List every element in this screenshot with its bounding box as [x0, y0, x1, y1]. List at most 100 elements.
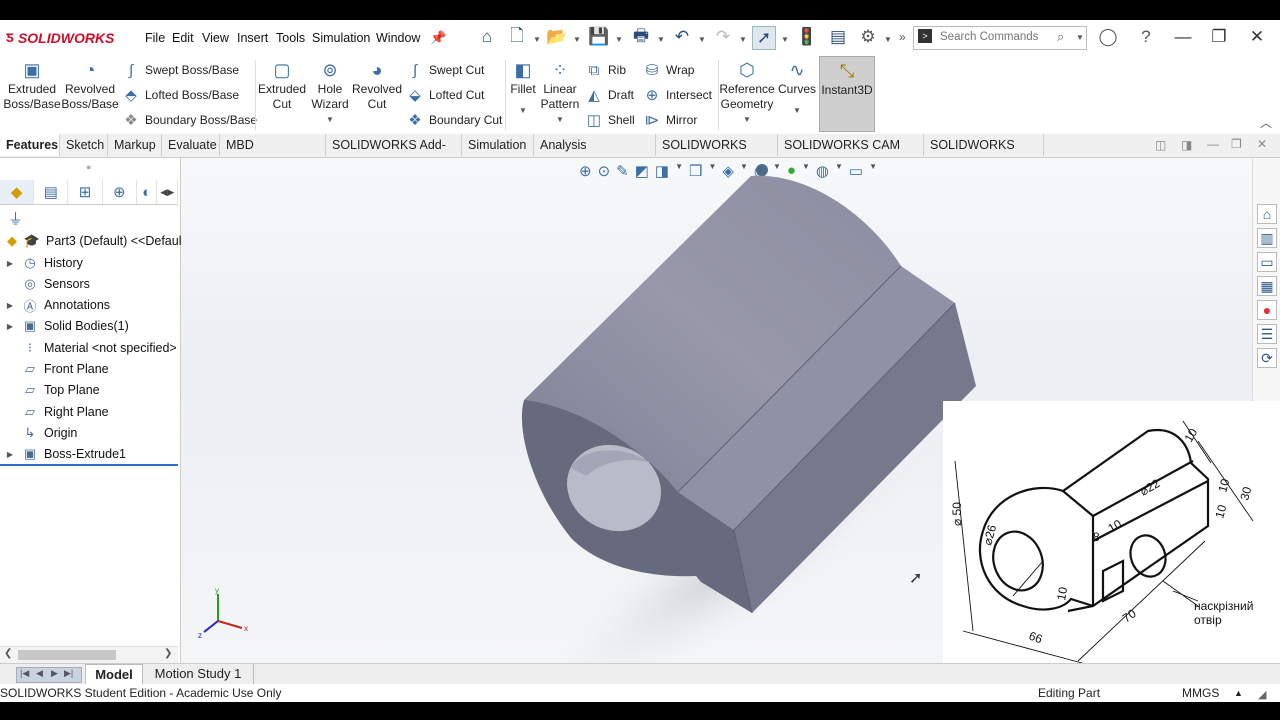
search-commands[interactable]: > ⌕ ▼: [913, 26, 1087, 50]
tree-item-front-plane[interactable]: ▱ Front Plane: [0, 359, 109, 379]
chevron-down-icon[interactable]: ▼: [743, 112, 751, 127]
solidworks-logo[interactable]: ƽ SOLIDWORKS: [6, 29, 114, 47]
swept-cut-button[interactable]: ∫ Swept Cut: [405, 59, 484, 81]
shell-button[interactable]: ◫ Shell: [584, 109, 635, 131]
view-palette-icon[interactable]: ▦: [1257, 276, 1277, 296]
chevron-down-icon[interactable]: ▼: [884, 35, 892, 44]
doc-close-icon[interactable]: ✕: [1257, 137, 1267, 151]
save-icon[interactable]: 💾: [588, 26, 610, 48]
tree-item-origin[interactable]: ↳ Origin: [0, 423, 78, 443]
doc-minimize-icon[interactable]: —: [1207, 137, 1219, 151]
boundary-boss-button[interactable]: ❖ Boundary Boss/Base: [121, 109, 257, 131]
tab-scroll-buttons[interactable]: |◀ ◀ ▶ ▶|: [16, 667, 82, 683]
doc-restore-icon[interactable]: ❐: [1231, 137, 1242, 151]
more-icon[interactable]: »: [899, 30, 906, 44]
menu-tools[interactable]: Tools: [276, 31, 305, 45]
rib-button[interactable]: ⧉ Rib: [584, 59, 626, 81]
menu-simulation[interactable]: Simulation: [312, 31, 370, 45]
tab-mbd-dimensions[interactable]: MBD Dimensions: [220, 134, 326, 174]
extruded-boss-button[interactable]: ▣ Extruded Boss/Base: [3, 58, 60, 112]
chevron-down-icon[interactable]: ▼: [556, 112, 564, 127]
pin-icon[interactable]: 📌: [430, 30, 446, 46]
tab-solidworks-cam-tbm[interactable]: SOLIDWORKS CAM TBM: [778, 134, 924, 174]
display-manager-tab-icon[interactable]: ◐: [137, 180, 158, 204]
fillet-button[interactable]: ◧ Fillet ▼: [508, 58, 538, 118]
menu-edit[interactable]: Edit: [172, 31, 194, 45]
menu-insert[interactable]: Insert: [237, 31, 268, 45]
lofted-boss-button[interactable]: ⬘ Lofted Boss/Base: [121, 84, 239, 106]
tree-item-history[interactable]: ▶ ◷ History: [0, 253, 83, 273]
rotate-center-icon[interactable]: [756, 164, 768, 176]
tree-item-material[interactable]: ⁝ Material <not specified>: [0, 338, 177, 358]
undo-icon[interactable]: ↶: [671, 26, 693, 48]
tree-item-right-plane[interactable]: ▱ Right Plane: [0, 402, 109, 422]
custom-properties-icon[interactable]: ☰: [1257, 324, 1277, 344]
open-folder-icon[interactable]: 📂: [546, 26, 568, 48]
panel-handle[interactable]: ●: [86, 162, 91, 172]
print-icon[interactable]: 🖶: [630, 26, 652, 48]
tab-solidworks-pdm[interactable]: SOLIDWORKS PDM: [924, 134, 1044, 174]
tree-item-top-plane[interactable]: ▱ Top Plane: [0, 380, 100, 400]
feature-tree-tab-icon[interactable]: ◆: [0, 180, 35, 204]
dimxpert-tab-icon[interactable]: ⊕: [103, 180, 137, 204]
file-properties-icon[interactable]: ▤: [827, 26, 849, 48]
solidworks-resources-icon[interactable]: ⌂: [1257, 204, 1277, 224]
tab-markup[interactable]: Markup: [108, 134, 162, 156]
select-cursor-icon[interactable]: ➚: [752, 26, 776, 50]
redo-icon[interactable]: ↷: [712, 26, 734, 48]
design-library-icon[interactable]: ▥: [1257, 228, 1277, 248]
scroll-thumb[interactable]: [18, 650, 116, 660]
help-icon[interactable]: ?: [1135, 26, 1157, 48]
tab-sketch[interactable]: Sketch: [60, 134, 108, 156]
options-gear-icon[interactable]: ⚙: [857, 26, 879, 48]
scroll-tabs-icon[interactable]: ◀▶: [157, 180, 179, 204]
tab-features[interactable]: Features: [0, 134, 60, 156]
expand-icon[interactable]: ▶: [0, 450, 20, 459]
menu-view[interactable]: View: [202, 31, 229, 45]
chevron-down-icon[interactable]: ▼: [519, 103, 527, 118]
configuration-tab-icon[interactable]: ⊞: [68, 180, 103, 204]
reference-geometry-button[interactable]: ⬡ Reference Geometry ▼: [719, 58, 774, 127]
status-units[interactable]: MMGS: [1182, 684, 1219, 702]
search-icon[interactable]: ⌕: [1057, 29, 1064, 45]
mirror-button[interactable]: ⧐ Mirror: [642, 109, 698, 131]
property-manager-tab-icon[interactable]: ▤: [34, 180, 69, 204]
tab-evaluate[interactable]: Evaluate: [162, 134, 220, 156]
first-tab-icon[interactable]: |◀: [20, 668, 29, 679]
linear-pattern-button[interactable]: ⁘ Linear Pattern ▼: [540, 58, 580, 127]
hole-wizard-button[interactable]: ⊚ Hole Wizard ▼: [308, 58, 352, 127]
tree-root-part[interactable]: ◆ 🎓 Part3 (Default) <<Defaul: [0, 231, 182, 251]
minimize-icon[interactable]: —: [1172, 26, 1194, 48]
tab-model[interactable]: Model: [85, 664, 143, 686]
revolved-cut-button[interactable]: ◕ Revolved Cut: [352, 58, 402, 112]
tree-item-sensors[interactable]: ◎ Sensors: [0, 274, 90, 294]
curves-button[interactable]: ∿ Curves ▼: [777, 58, 817, 118]
instant3d-button[interactable]: ⤡ Instant3D: [819, 56, 875, 132]
scroll-left-icon[interactable]: ❮: [4, 648, 12, 659]
intersect-button[interactable]: ⊕ Intersect: [642, 84, 712, 106]
expand-icon[interactable]: ▶: [0, 259, 20, 268]
chevron-down-icon[interactable]: ▼: [781, 35, 789, 44]
menu-file[interactable]: File: [145, 31, 165, 45]
tree-item-solid-bodies[interactable]: ▶ ▣ Solid Bodies(1): [0, 316, 129, 336]
tab-motion-study-1[interactable]: Motion Study 1: [143, 664, 254, 684]
chevron-down-icon[interactable]: ▼: [793, 103, 801, 118]
next-tab-icon[interactable]: ▶: [51, 668, 58, 679]
tile-right-icon[interactable]: ◨: [1181, 138, 1192, 152]
menu-window[interactable]: Window: [376, 31, 420, 45]
chevron-down-icon[interactable]: ▼: [326, 112, 334, 127]
tree-item-boss-extrude1[interactable]: ▶ ▣ Boss-Extrude1: [0, 444, 178, 466]
collapse-ribbon-icon[interactable]: ︿: [1260, 114, 1272, 131]
home-icon[interactable]: ⌂: [476, 26, 498, 48]
expand-icon[interactable]: ▶: [0, 322, 20, 331]
close-icon[interactable]: ✕: [1246, 26, 1268, 48]
resize-grip-icon[interactable]: ◢: [1258, 686, 1266, 704]
solidworks-forum-icon[interactable]: ⟳: [1257, 348, 1277, 368]
horizontal-scrollbar[interactable]: ❮ ❯: [0, 646, 178, 663]
rebuild-icon[interactable]: 🚦: [796, 26, 818, 48]
swept-boss-button[interactable]: ∫ Swept Boss/Base: [121, 59, 239, 81]
chevron-down-icon[interactable]: ▼: [1076, 33, 1084, 42]
last-tab-icon[interactable]: ▶|: [64, 668, 73, 679]
boundary-cut-button[interactable]: ❖ Boundary Cut: [405, 109, 502, 131]
tab-analysis-preparation[interactable]: Analysis Preparation: [534, 134, 656, 174]
